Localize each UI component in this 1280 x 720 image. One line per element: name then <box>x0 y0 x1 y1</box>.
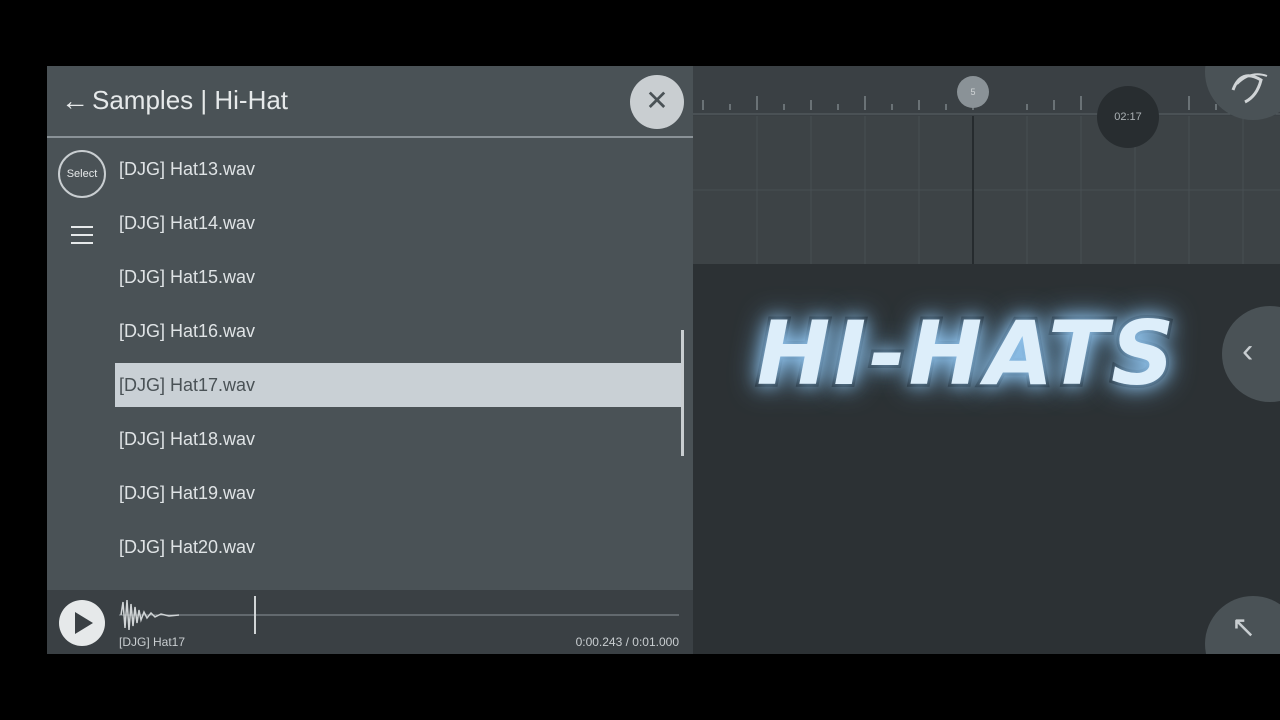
fl-logo-button[interactable] <box>1205 66 1280 120</box>
file-item[interactable]: [DJG] Hat13.wav <box>115 147 681 191</box>
arrow-up-left-icon: ↖ <box>1231 611 1257 644</box>
file-item-selected[interactable]: [DJG] Hat17.wav <box>115 363 681 407</box>
sample-player: [DJG] Hat17 0:00.243 / 0:01.000 <box>47 590 693 654</box>
time-display-label: 02:17 <box>1114 111 1142 123</box>
file-item[interactable]: [DJG] Hat20.wav <box>115 525 681 569</box>
file-list: [DJG] Hat13.wav [DJG] Hat14.wav [DJG] Ha… <box>115 147 681 579</box>
player-time: 0:00.243 / 0:01.000 <box>575 635 679 649</box>
song-position-label: 5 <box>970 87 976 97</box>
browser-title: Samples | Hi-Hat <box>92 85 289 115</box>
file-item[interactable]: [DJG] Hat15.wav <box>115 255 681 299</box>
file-list-scrollbar[interactable] <box>681 330 684 456</box>
playlist-grid[interactable] <box>693 116 1280 264</box>
play-button[interactable] <box>59 600 105 646</box>
sample-browser-panel: ← Samples | Hi-Hat ✕ Select [DJG] Hat13.… <box>47 66 693 654</box>
expand-panel-button[interactable]: ‹ <box>1222 306 1280 402</box>
file-item[interactable]: [DJG] Hat18.wav <box>115 417 681 461</box>
overlay-title: HI-HATS <box>754 299 1178 408</box>
playlist-grid-lines <box>693 116 1280 264</box>
fruit-logo-icon <box>1231 73 1268 104</box>
file-item[interactable]: [DJG] Hat14.wav <box>115 201 681 245</box>
detach-window-button[interactable]: ↖ <box>1205 596 1280 654</box>
menu-icon[interactable] <box>71 226 93 250</box>
app-screen: 5 02:17 ‹ ↖ HI-HATS ← Samples | Hi-Hat ✕… <box>47 66 1280 654</box>
chevron-left-icon: ‹ <box>1242 332 1254 370</box>
select-button-label: Select <box>66 168 98 180</box>
back-arrow-icon[interactable]: ← <box>61 86 89 116</box>
select-button[interactable]: Select <box>58 150 106 198</box>
song-position-marker[interactable]: 5 <box>957 76 989 108</box>
browser-header: ← Samples | Hi-Hat ✕ <box>47 66 693 138</box>
close-icon: ✕ <box>645 85 669 116</box>
play-icon <box>75 612 93 634</box>
file-item[interactable]: [DJG] Hat19.wav <box>115 471 681 515</box>
close-button[interactable]: ✕ <box>630 75 684 129</box>
time-display: 02:17 <box>1097 86 1159 148</box>
file-item[interactable]: [DJG] Hat16.wav <box>115 309 681 353</box>
player-sample-name: [DJG] Hat17 <box>119 635 186 649</box>
waveform[interactable] <box>119 596 679 634</box>
